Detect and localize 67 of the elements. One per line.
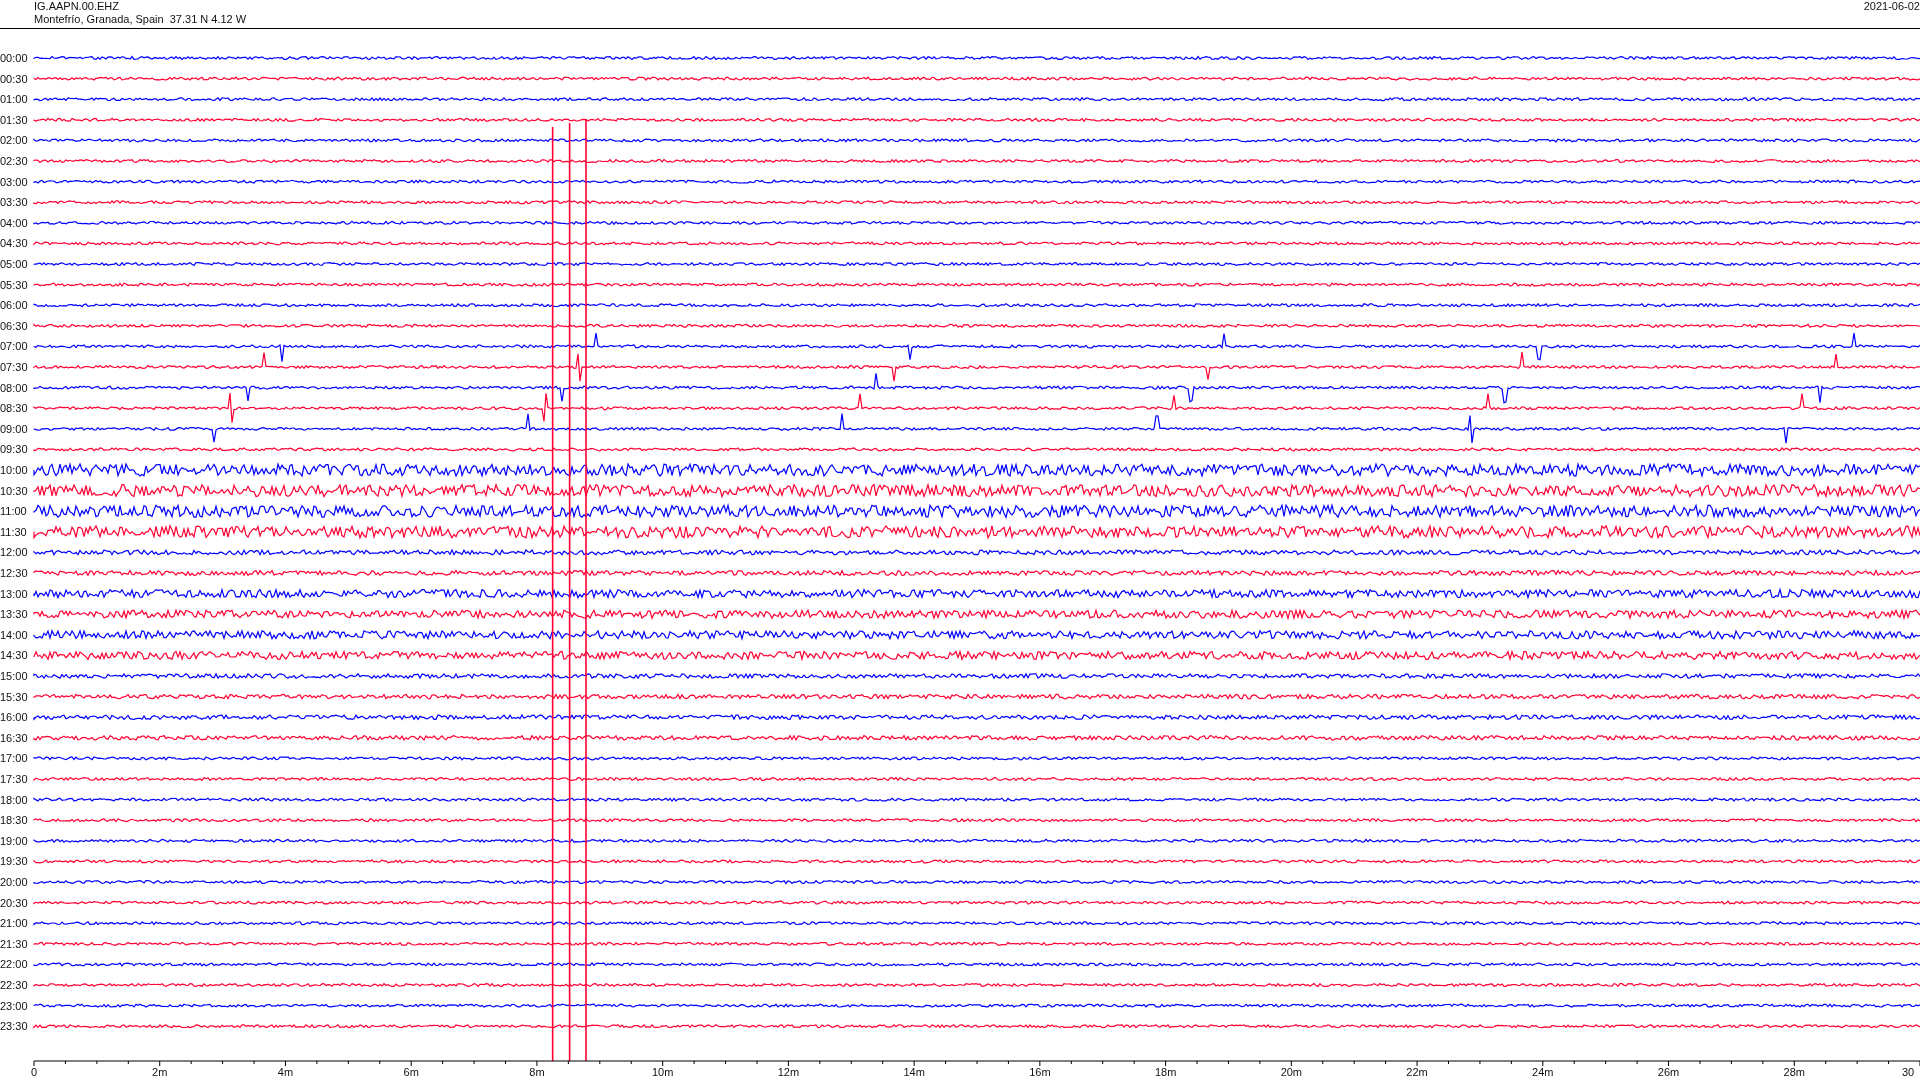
time-label: 13:30 bbox=[0, 608, 28, 621]
time-label: 10:30 bbox=[0, 484, 28, 497]
time-label: 21:00 bbox=[0, 917, 28, 930]
axis-label: 8m bbox=[529, 1066, 545, 1078]
time-label: 22:00 bbox=[0, 958, 28, 971]
axis-label: 12m bbox=[777, 1066, 800, 1078]
time-label: 06:00 bbox=[0, 299, 28, 312]
axis-label: 28m bbox=[1783, 1066, 1805, 1078]
axis-label: 10m bbox=[651, 1066, 674, 1078]
axis-label: 22m bbox=[1406, 1066, 1428, 1078]
time-label: 08:00 bbox=[0, 381, 28, 394]
time-label: 00:00 bbox=[0, 52, 28, 64]
time-label: 17:00 bbox=[0, 752, 28, 765]
time-label: 16:30 bbox=[0, 731, 28, 744]
axis-label: 4m bbox=[277, 1066, 294, 1078]
time-label: 11:30 bbox=[0, 525, 27, 538]
station-code: IG.AAPN.00.EHZ bbox=[34, 0, 120, 13]
time-label: 15:00 bbox=[0, 670, 28, 682]
time-label: 18:00 bbox=[0, 793, 28, 806]
plot-date: 2021-06-02 bbox=[1863, 0, 1920, 14]
time-label: 23:30 bbox=[0, 1020, 28, 1033]
time-label: 09:00 bbox=[0, 422, 28, 435]
time-label: 15:30 bbox=[0, 690, 28, 703]
time-label: 06:30 bbox=[0, 319, 28, 332]
time-label: 19:30 bbox=[0, 855, 28, 868]
time-label: 07:00 bbox=[0, 340, 28, 353]
axis-label: 2m bbox=[152, 1066, 168, 1078]
time-label: 08:30 bbox=[0, 402, 28, 415]
time-label: 13:00 bbox=[0, 587, 28, 600]
time-label: 23:00 bbox=[0, 999, 28, 1012]
axis-label: 30 bbox=[1901, 1066, 1915, 1078]
time-label: 22:30 bbox=[0, 979, 28, 991]
time-label: 05:00 bbox=[0, 258, 28, 270]
axis-label: 26m bbox=[1657, 1066, 1680, 1078]
station-location: Montefrío, Granada, Spain 37.31 N 4.12 W bbox=[34, 13, 247, 26]
time-label: 01:00 bbox=[0, 93, 28, 106]
time-label: 03:00 bbox=[0, 175, 28, 188]
axis-label: 20m bbox=[1280, 1066, 1303, 1078]
time-label: 19:00 bbox=[0, 834, 28, 847]
time-label: 20:30 bbox=[0, 896, 28, 909]
time-label: 10:00 bbox=[0, 464, 28, 476]
time-label: 18:30 bbox=[0, 814, 28, 827]
axis-label: 18m bbox=[1154, 1066, 1177, 1078]
axis-label: 14m bbox=[903, 1066, 925, 1078]
time-label: 17:30 bbox=[0, 773, 28, 785]
time-label: 12:30 bbox=[0, 567, 28, 579]
axis-label: 24m bbox=[1532, 1066, 1554, 1078]
time-label: 02:30 bbox=[0, 155, 28, 167]
time-label: 04:30 bbox=[0, 237, 28, 250]
time-label: 14:30 bbox=[0, 649, 28, 662]
time-label: 12:00 bbox=[0, 546, 28, 559]
axis-label: 6m bbox=[403, 1066, 419, 1078]
time-label: 05:30 bbox=[0, 278, 28, 291]
time-label: 07:30 bbox=[0, 361, 28, 373]
time-label: 03:30 bbox=[0, 196, 28, 209]
time-label: 20:00 bbox=[0, 876, 28, 888]
time-label: 09:30 bbox=[0, 443, 28, 456]
time-label: 16:00 bbox=[0, 711, 28, 724]
time-label: 01:30 bbox=[0, 113, 28, 126]
axis-label: 16m bbox=[1029, 1066, 1051, 1078]
time-label: 00:30 bbox=[0, 72, 28, 85]
time-label: 14:00 bbox=[0, 628, 28, 641]
time-label: 04:00 bbox=[0, 216, 28, 229]
time-label: 11:00 bbox=[0, 505, 27, 518]
time-label: 21:30 bbox=[0, 937, 28, 950]
time-label: 02:00 bbox=[0, 134, 28, 147]
axis-label: 0 bbox=[30, 1066, 38, 1078]
